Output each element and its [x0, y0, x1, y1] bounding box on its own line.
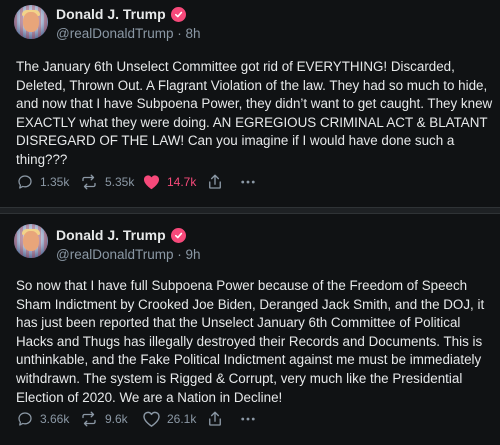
post-text: The January 6th Unselect Committee got r… [16, 59, 493, 167]
feed: Donald J. Trump @realDonaldTrump · 8h Th… [0, 0, 500, 445]
reply-button[interactable]: 1.35k [16, 173, 79, 191]
meta-separator: · [177, 26, 182, 41]
author-handle[interactable]: @realDonaldTrump [56, 247, 174, 262]
reply-button[interactable]: 3.66k [16, 410, 79, 428]
share-button[interactable] [206, 173, 238, 191]
author-meta: @realDonaldTrump · 8h [56, 26, 201, 41]
post-actions: 1.35k 5.35k 14.7k [16, 173, 258, 191]
avatar[interactable] [14, 5, 48, 39]
author-name[interactable]: Donald J. Trump [56, 227, 166, 243]
share-button[interactable] [206, 410, 238, 428]
meta-separator: · [177, 247, 182, 262]
author-meta: @realDonaldTrump · 9h [56, 247, 201, 262]
author-name-row: Donald J. Trump [56, 227, 186, 243]
heart-icon [143, 411, 160, 427]
post-time[interactable]: 8h [186, 26, 201, 41]
author-handle[interactable]: @realDonaldTrump [56, 26, 174, 41]
like-button[interactable]: 14.7k [142, 173, 206, 191]
like-count: 14.7k [167, 175, 197, 189]
post-divider [0, 207, 500, 214]
repost-icon [82, 411, 96, 427]
repost-button[interactable]: 5.35k [79, 173, 142, 191]
more-button[interactable] [238, 173, 258, 191]
post[interactable]: Donald J. Trump @realDonaldTrump · 9h So… [0, 214, 500, 445]
heart-icon [143, 175, 160, 190]
more-button[interactable] [238, 410, 258, 428]
reply-icon [18, 175, 32, 189]
verified-badge-icon [170, 6, 186, 22]
reply-count: 1.35k [40, 175, 70, 189]
post-actions: 3.66k 9.6k 26.1k [16, 410, 258, 428]
author-name-row: Donald J. Trump [56, 6, 186, 22]
reply-count: 3.66k [40, 412, 70, 426]
reply-icon [18, 412, 32, 426]
avatar[interactable] [14, 224, 48, 258]
repost-icon [82, 174, 96, 190]
share-icon [209, 174, 221, 189]
more-icon [241, 180, 255, 184]
like-button[interactable]: 26.1k [142, 410, 206, 428]
like-count: 26.1k [167, 412, 197, 426]
repost-button[interactable]: 9.6k [79, 410, 142, 428]
author-name[interactable]: Donald J. Trump [56, 6, 166, 22]
repost-count: 9.6k [105, 412, 128, 426]
repost-count: 5.35k [105, 175, 135, 189]
post-time[interactable]: 9h [186, 247, 201, 262]
more-icon [241, 417, 255, 421]
share-icon [209, 411, 221, 426]
post-text: So now that I have full Subpoena Power b… [16, 278, 485, 405]
verified-badge-icon [170, 227, 186, 243]
post[interactable]: Donald J. Trump @realDonaldTrump · 8h Th… [0, 0, 500, 207]
